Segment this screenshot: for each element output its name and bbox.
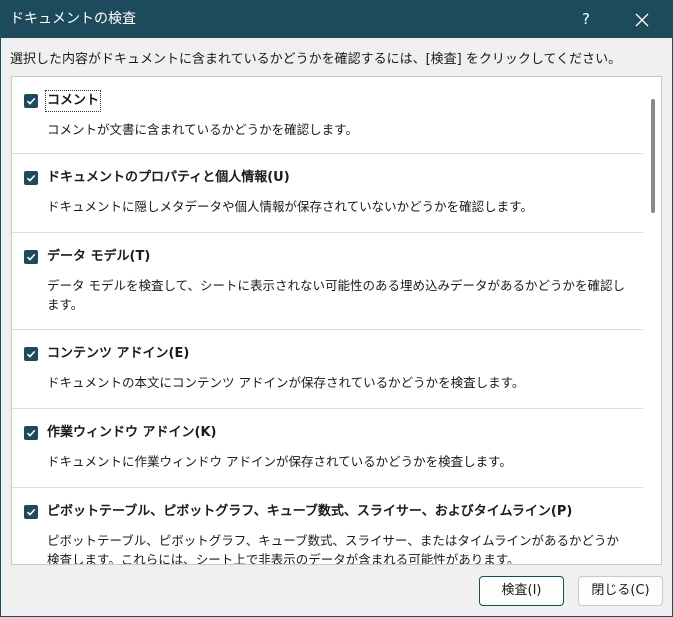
taskpane-addins-checkbox[interactable]: [24, 426, 38, 440]
help-button[interactable]: ?: [563, 1, 609, 38]
inspection-item-content-addins: コンテンツ アドイン(E) ドキュメントの本文にコンテンツ アドインが保存されて…: [12, 330, 643, 408]
inspect-button[interactable]: 検査(I): [479, 576, 564, 606]
item-title: データ モデル(T): [47, 249, 151, 264]
item-description: ドキュメントに作業ウィンドウ アドインが保存されているかどうかを検査します。: [47, 454, 512, 469]
document-inspector-dialog: ドキュメントの検査 ? 選択した内容がドキュメントに含まれているかどうかを確認す…: [0, 0, 673, 617]
item-title: コンテンツ アドイン(E): [47, 346, 190, 361]
checkmark-icon: [26, 253, 36, 261]
checkmark-icon: [26, 429, 36, 437]
inspection-items-list[interactable]: コメント コメントが文書に含まれているかどうかを確認します。 ドキュメントのプロ…: [11, 76, 662, 565]
inspection-item-data-model: データ モデル(T) データ モデルを検査して、シートに表示されない可能性のある…: [12, 233, 643, 329]
pivot-checkbox[interactable]: [24, 505, 38, 519]
scrollbar-thumb[interactable]: [651, 99, 655, 213]
title-bar: ドキュメントの検査 ?: [1, 1, 672, 38]
item-title: ドキュメントのプロパティと個人情報(U): [47, 170, 290, 185]
checkmark-icon: [26, 97, 36, 105]
close-button[interactable]: 閉じる(C): [578, 576, 663, 606]
inspection-item-taskpane-addins: 作業ウィンドウ アドイン(K) ドキュメントに作業ウィンドウ アドインが保存され…: [12, 409, 643, 487]
item-description: ピボットテーブル、ピボットグラフ、キューブ数式、スライサー、またはタイムラインが…: [47, 533, 620, 565]
item-title: 作業ウィンドウ アドイン(K): [47, 425, 217, 440]
instruction-text: 選択した内容がドキュメントに含まれているかどうかを確認するには、[検査] をクリ…: [10, 52, 622, 67]
item-description: ドキュメントの本文にコンテンツ アドインが保存されているかどうかを検査します。: [47, 375, 525, 390]
window-title: ドキュメントの検査: [10, 11, 136, 27]
checkmark-icon: [26, 508, 36, 516]
item-title: コメント: [44, 90, 102, 112]
properties-checkbox[interactable]: [24, 171, 38, 185]
inspection-item-properties: ドキュメントのプロパティと個人情報(U) ドキュメントに隠しメタデータや個人情報…: [12, 154, 643, 232]
help-icon: ?: [582, 10, 590, 28]
item-description: ドキュメントに隠しメタデータや個人情報が保存されていないかどうかを確認します。: [47, 199, 533, 214]
content-addins-checkbox[interactable]: [24, 347, 38, 361]
vertical-scrollbar[interactable]: [645, 77, 661, 564]
item-title: ピボットテーブル、ピボットグラフ、キューブ数式、スライサー、およびタイムライン(…: [47, 504, 573, 519]
close-icon: [635, 13, 649, 26]
close-window-button[interactable]: [619, 1, 665, 38]
comments-checkbox[interactable]: [24, 94, 38, 108]
inspection-item-pivot: ピボットテーブル、ピボットグラフ、キューブ数式、スライサー、およびタイムライン(…: [12, 488, 643, 565]
data-model-checkbox[interactable]: [24, 250, 38, 264]
item-description: データ モデルを検査して、シートに表示されない可能性のある埋め込みデータがあるか…: [47, 278, 625, 312]
inspection-item-comments: コメント コメントが文書に含まれているかどうかを確認します。: [12, 77, 643, 153]
checkmark-icon: [26, 174, 36, 182]
item-description: コメントが文書に含まれているかどうかを確認します。: [47, 122, 358, 137]
checkmark-icon: [26, 350, 36, 358]
